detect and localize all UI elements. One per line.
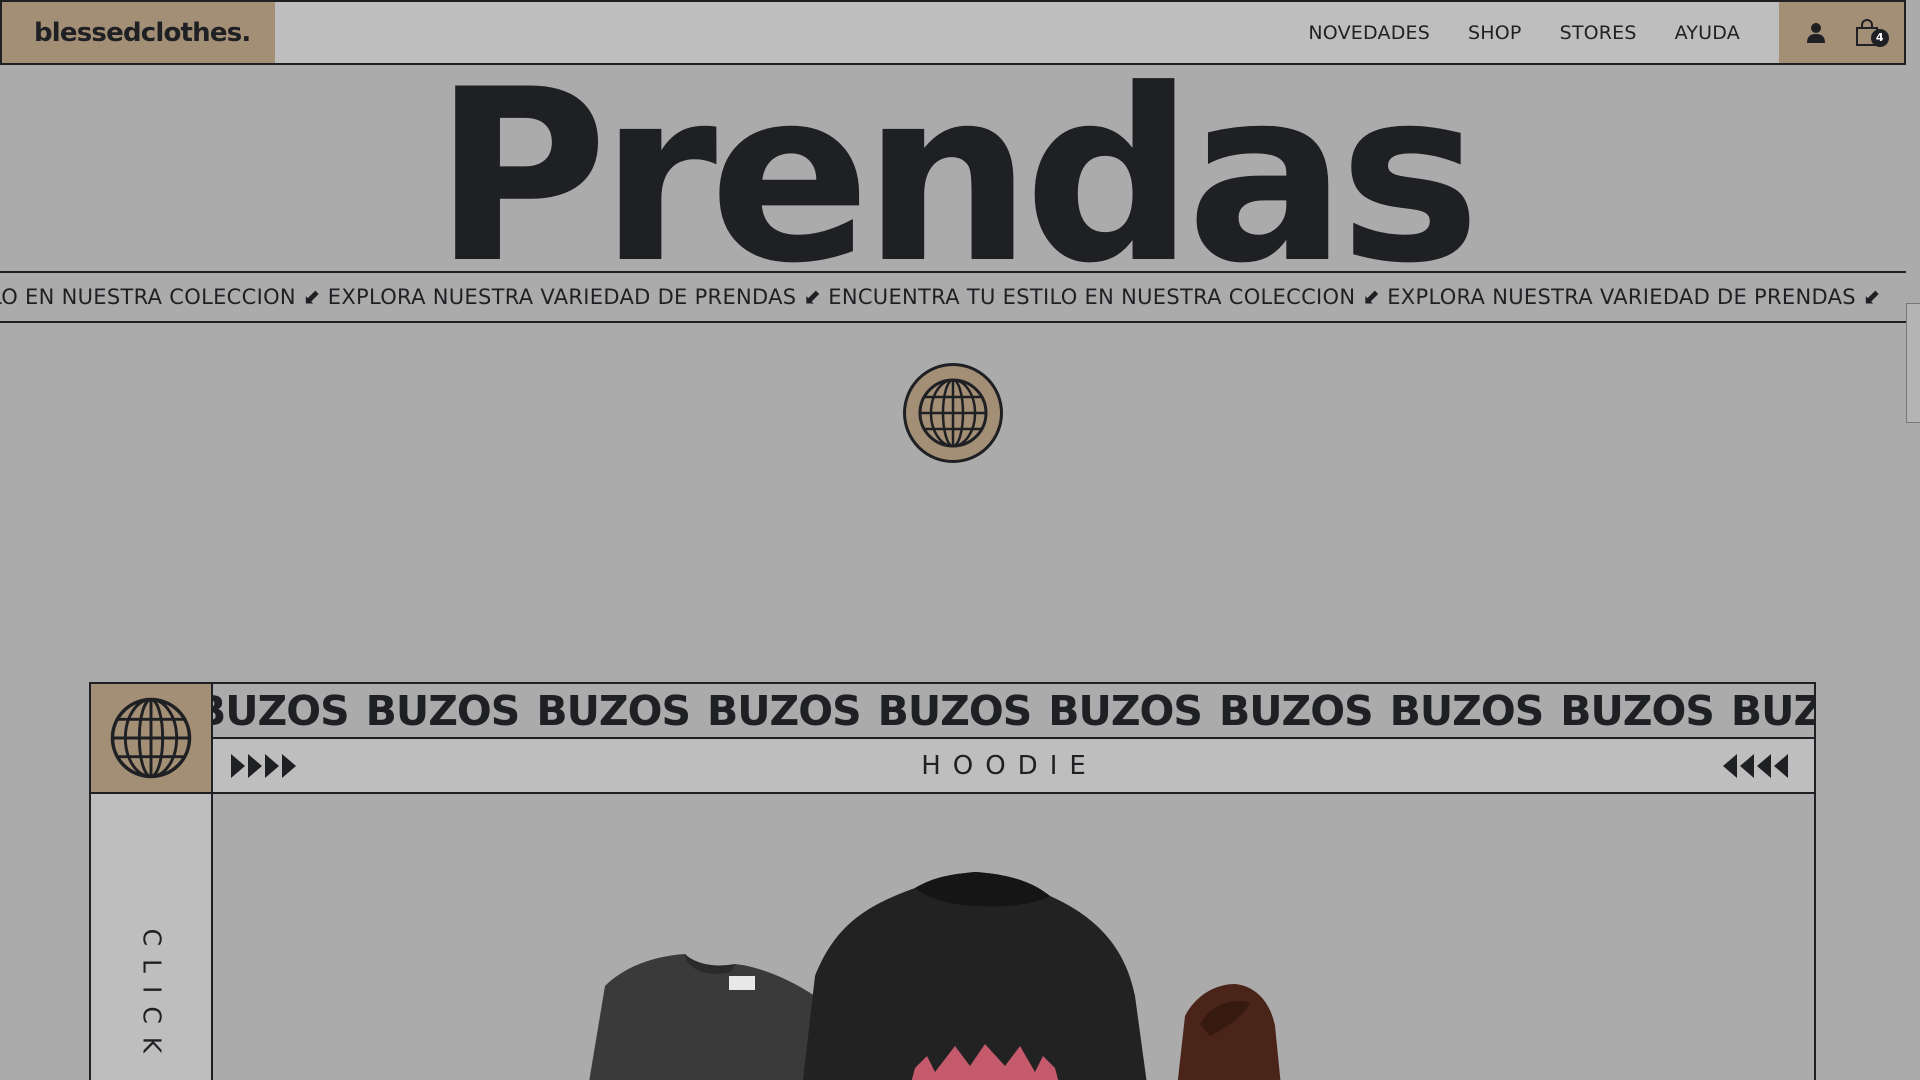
- card-globe-icon: [91, 684, 213, 794]
- nav-item-stores[interactable]: STORES: [1541, 22, 1656, 44]
- product-title-bar: HOODIE: [213, 739, 1814, 794]
- category-word: BUZOS: [213, 686, 350, 735]
- nav-item-ayuda[interactable]: AYUDA: [1656, 22, 1759, 44]
- category-word: BUZOS: [365, 686, 521, 735]
- left-arrows-icon: [1722, 753, 1788, 778]
- cart-count-badge: 4: [1870, 28, 1889, 47]
- scrollbar[interactable]: [1906, 0, 1920, 1080]
- category-word: BUZOS: [877, 686, 1033, 735]
- right-arrows-icon: [231, 753, 296, 778]
- card-side-panel[interactable]: CLICK T: [91, 794, 213, 1080]
- category-word: BUZOS: [1730, 686, 1814, 735]
- nav-item-shop[interactable]: SHOP: [1449, 22, 1541, 44]
- header-icons: 4: [1779, 2, 1904, 63]
- scrollbar-thumb[interactable]: [1906, 303, 1920, 423]
- user-icon[interactable]: [1798, 15, 1834, 51]
- page-title: Prendas: [433, 55, 1480, 271]
- site-logo[interactable]: blessedclothes.: [34, 18, 251, 48]
- category-word: BUZOS: [536, 686, 691, 735]
- category-marquee: BUZOS BUZOS BUZOS BUZOS BUZOS BUZOS BUZOS BUZOS…: [213, 684, 1814, 739]
- product-name[interactable]: HOODIE: [921, 751, 1098, 781]
- brown-hoodie-image: [1177, 984, 1281, 1080]
- category-word: BUZOS: [1218, 686, 1374, 735]
- page-title-container: Prendas: [0, 55, 1906, 271]
- logo-container[interactable]: blessedclothes.: [2, 2, 275, 63]
- marquee-ticker: LO EN NUESTRA COLECCION ⬋ EXPLORA NUESTR…: [0, 271, 1906, 323]
- shopping-bag-icon[interactable]: 4: [1849, 15, 1889, 51]
- category-word: BUZOS: [1560, 686, 1715, 735]
- nav-item-novedades[interactable]: NOVEDADES: [1289, 22, 1449, 44]
- click-to-label: CLICK T: [137, 928, 167, 1080]
- category-word: BUZOS: [706, 686, 862, 735]
- marquee-text: LO EN NUESTRA COLECCION ⬋ EXPLORA NUESTR…: [0, 285, 1881, 309]
- product-image[interactable]: [215, 796, 1814, 1080]
- globe-icon: [903, 363, 1003, 463]
- main-nav: NOVEDADES SHOP STORES AYUDA: [1289, 2, 1759, 63]
- category-word: BUZOS: [1389, 686, 1545, 735]
- category-marquee-text: BUZOS BUZOS BUZOS BUZOS BUZOS BUZOS BUZOS BUZOS…: [213, 687, 1814, 735]
- product-card[interactable]: CLICK T BUZOSBUZOSBUZOSBUZOSBUZOSBUZOSBU…: [89, 682, 1816, 1080]
- category-word: BUZOS: [1048, 686, 1203, 735]
